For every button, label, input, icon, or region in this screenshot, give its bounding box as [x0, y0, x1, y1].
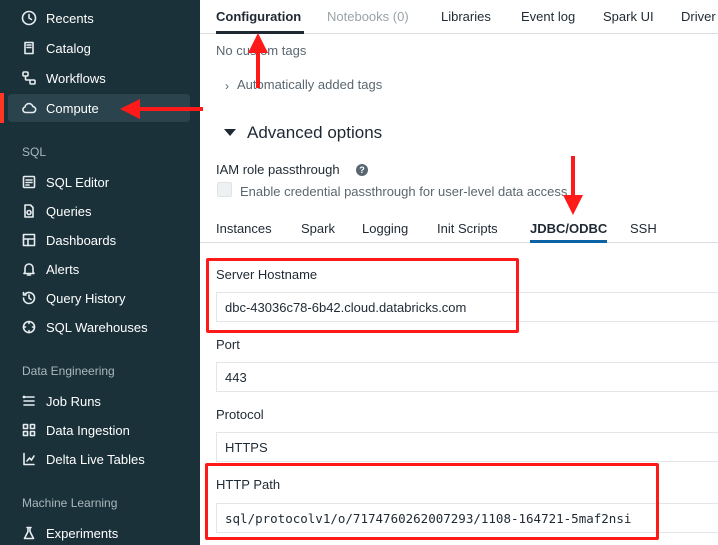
- sidebar-item-label: Dashboards: [46, 232, 117, 248]
- protocol-label: Protocol: [216, 407, 264, 422]
- sidebar-item-sql-editor[interactable]: SQL Editor: [0, 169, 200, 195]
- sidebar-item-catalog[interactable]: Catalog: [0, 35, 200, 61]
- auto-tags-toggle[interactable]: Automatically added tags: [237, 77, 382, 92]
- active-subtab-underline: [530, 240, 607, 243]
- sidebar-item-compute[interactable]: Compute: [8, 94, 190, 122]
- http-path-field[interactable]: sql/protocolv1/o/7174760262007293/1108-1…: [216, 503, 718, 533]
- port-field[interactable]: 443: [216, 362, 718, 392]
- sidebar-item-label: Job Runs: [46, 393, 101, 409]
- tab-notebooks[interactable]: Notebooks (0): [327, 9, 409, 24]
- help-icon[interactable]: ?: [356, 164, 368, 176]
- sidebar: Recents Catalog Workflows Compute SQL SQ…: [0, 0, 200, 545]
- job-runs-icon: [20, 392, 38, 410]
- protocol-field[interactable]: HTTPS: [216, 432, 718, 462]
- tab-init-scripts[interactable]: Init Scripts: [437, 221, 498, 236]
- active-tab-underline: [216, 31, 304, 34]
- sidebar-item-label: SQL Warehouses: [46, 319, 148, 335]
- sql-editor-icon: [20, 173, 38, 191]
- section-label-sql: SQL: [22, 145, 47, 159]
- port-label: Port: [216, 337, 240, 352]
- sidebar-item-job-runs[interactable]: Job Runs: [0, 388, 200, 414]
- server-hostname-label: Server Hostname: [216, 267, 318, 282]
- custom-tags-text: No custom tags: [216, 43, 307, 58]
- tab-logging[interactable]: Logging: [362, 221, 408, 236]
- sidebar-item-sql-warehouses[interactable]: SQL Warehouses: [0, 314, 200, 340]
- section-label-machine-learning: Machine Learning: [22, 496, 118, 510]
- sidebar-item-label: Queries: [46, 203, 92, 219]
- history-icon: [20, 289, 38, 307]
- tab-spark-ui[interactable]: Spark UI: [603, 9, 654, 24]
- credential-passthrough-label: Enable credential passthrough for user-l…: [240, 184, 568, 199]
- tab-jdbc-odbc[interactable]: JDBC/ODBC: [530, 221, 607, 236]
- tab-driver[interactable]: Driver: [681, 9, 716, 24]
- sidebar-item-label: Compute: [46, 100, 99, 116]
- queries-icon: [20, 202, 38, 220]
- chevron-right-icon[interactable]: ›: [225, 79, 229, 93]
- sidebar-item-label: Experiments: [46, 525, 119, 541]
- sidebar-item-label: Catalog: [46, 40, 91, 56]
- catalog-icon: [20, 39, 38, 57]
- workflows-icon: [20, 69, 38, 87]
- tab-spark[interactable]: Spark: [301, 221, 335, 236]
- sidebar-item-label: Delta Live Tables: [46, 451, 145, 467]
- caret-down-icon[interactable]: [224, 129, 236, 136]
- sidebar-item-data-ingestion[interactable]: Data Ingestion: [0, 417, 200, 443]
- tab-ssh[interactable]: SSH: [630, 221, 657, 236]
- warehouse-icon: [20, 318, 38, 336]
- tab-instances[interactable]: Instances: [216, 221, 272, 236]
- cluster-tabs: Configuration Notebooks (0) Libraries Ev…: [200, 0, 718, 34]
- dashboards-icon: [20, 231, 38, 249]
- sidebar-item-queries[interactable]: Queries: [0, 198, 200, 224]
- sidebar-item-workflows[interactable]: Workflows: [0, 65, 200, 91]
- sidebar-item-recents[interactable]: Recents: [0, 5, 200, 31]
- sidebar-item-label: Recents: [46, 10, 94, 26]
- sidebar-item-alerts[interactable]: Alerts: [0, 256, 200, 282]
- tab-libraries[interactable]: Libraries: [441, 9, 491, 24]
- bell-icon: [20, 260, 38, 278]
- flask-icon: [20, 524, 38, 542]
- sidebar-item-label: Workflows: [46, 70, 106, 86]
- sidebar-item-label: SQL Editor: [46, 174, 110, 190]
- credential-passthrough-checkbox[interactable]: [217, 182, 232, 197]
- server-hostname-field[interactable]: dbc-43036c78-6b42.cloud.databricks.com: [216, 292, 718, 322]
- sidebar-item-label: Alerts: [46, 261, 80, 277]
- http-path-label: HTTP Path: [216, 477, 281, 492]
- sidebar-item-label: Query History: [46, 290, 126, 306]
- sidebar-item-dashboards[interactable]: Dashboards: [0, 227, 200, 253]
- sidebar-item-query-history[interactable]: Query History: [0, 285, 200, 311]
- iam-passthrough-title: IAM role passthrough: [216, 162, 340, 177]
- tab-event-log[interactable]: Event log: [521, 9, 575, 24]
- ingestion-icon: [20, 421, 38, 439]
- advanced-options-tabs: Instances Spark Logging Init Scripts JDB…: [200, 214, 718, 243]
- sidebar-item-label: Data Ingestion: [46, 422, 130, 438]
- section-label-data-engineering: Data Engineering: [22, 364, 115, 378]
- custom-tags-clip: No custom tags: [216, 35, 516, 58]
- sidebar-item-experiments[interactable]: Experiments: [0, 520, 200, 545]
- advanced-options-heading[interactable]: Advanced options: [247, 123, 382, 143]
- cloud-icon: [20, 99, 38, 117]
- tab-configuration[interactable]: Configuration: [216, 9, 301, 24]
- clock-icon: [20, 9, 38, 27]
- dlt-icon: [20, 450, 38, 468]
- active-indicator: [0, 93, 4, 123]
- sidebar-item-delta-live-tables[interactable]: Delta Live Tables: [0, 446, 200, 472]
